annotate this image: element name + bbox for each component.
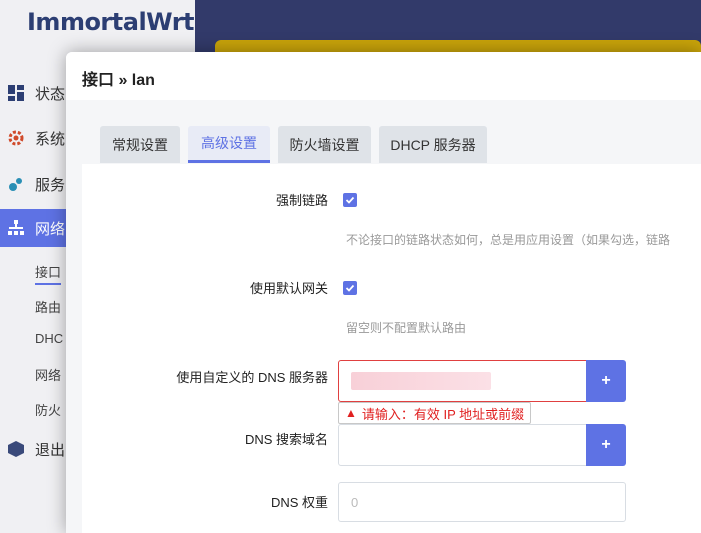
dns-weight-input[interactable]: 0: [338, 482, 626, 522]
dns-weight-label: DNS 权重: [270, 495, 328, 510]
dns-weight-placeholder: 0: [351, 494, 359, 510]
network-icon: [8, 220, 24, 235]
default-gateway-hint: 留空则不配置默认路由: [346, 321, 467, 335]
tab-general[interactable]: 常规设置: [100, 126, 180, 163]
checkmark-icon: [345, 196, 355, 204]
force-link-hint: 不论接口的链路状态如何，总是用应用设置（如果勾选，链路: [346, 233, 671, 247]
sidebar-item-label: 系统: [35, 130, 66, 148]
default-gateway-label: 使用默认网关: [249, 281, 328, 296]
sidebar-item-label: 退出: [35, 441, 66, 459]
warning-icon: ▲: [345, 406, 357, 420]
interface-modal: 接口 » lan 常规设置 高级设置 防火墙设置 DHCP 服务器 强制链路 不…: [66, 52, 701, 533]
sidebar-subitem-network[interactable]: 网络: [35, 365, 61, 384]
logout-icon: [8, 441, 24, 457]
modal-title: 接口 » lan: [82, 72, 155, 89]
gear-icon: [8, 130, 24, 146]
dashboard-icon: [8, 85, 24, 101]
default-gateway-checkbox[interactable]: [343, 281, 357, 295]
tab-advanced[interactable]: 高级设置: [188, 126, 270, 163]
puzzle-icon: [9, 178, 22, 191]
tab-firewall[interactable]: 防火墙设置: [278, 126, 371, 163]
logo: ImmortalWrt: [27, 8, 195, 36]
sidebar-item-label: 状态: [35, 85, 66, 103]
checkmark-icon: [345, 284, 355, 292]
tab-dhcp[interactable]: DHCP 服务器: [379, 126, 487, 163]
custom-dns-input[interactable]: [338, 360, 587, 402]
dns-search-label: DNS 搜索域名: [244, 432, 328, 447]
sidebar-subitem-routes[interactable]: 路由: [35, 297, 61, 316]
sidebar-subitem-dhcp[interactable]: DHC: [35, 331, 63, 346]
advanced-settings-panel: 强制链路 不论接口的链路状态如何，总是用应用设置（如果勾选，链路 使用默认网关 …: [82, 164, 701, 533]
dns-error-tooltip: ▲ 请输入：有效 IP 地址或前缀: [338, 402, 532, 424]
dns-error-text: 请输入：有效 IP 地址或前缀: [361, 406, 525, 422]
sidebar-item-label: 网络: [35, 220, 66, 238]
force-link-checkbox[interactable]: [343, 193, 357, 207]
sidebar-item-label: 服务: [35, 176, 66, 194]
custom-dns-label: 使用自定义的 DNS 服务器: [176, 370, 328, 385]
dns-search-input[interactable]: [338, 424, 587, 466]
add-dns-search-button[interactable]: +: [586, 424, 626, 466]
modal-header: [66, 52, 701, 100]
add-dns-server-button[interactable]: +: [586, 360, 626, 402]
redacted-value: [351, 372, 491, 390]
sidebar-subitem-interfaces[interactable]: 接口: [35, 262, 62, 285]
force-link-label: 强制链路: [275, 193, 328, 208]
sidebar-subitem-firewall[interactable]: 防火: [35, 400, 61, 419]
